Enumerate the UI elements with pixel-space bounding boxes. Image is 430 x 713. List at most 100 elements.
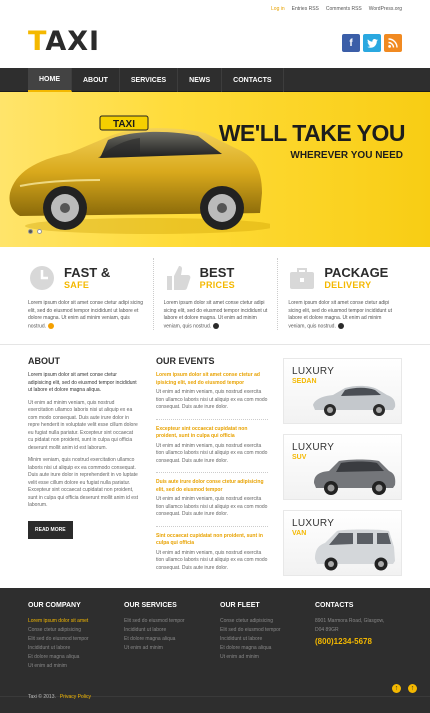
feature-fast-safe: FAST & SAFE Lorem ipsum dolor sit amet c… bbox=[28, 258, 153, 330]
arrow-right-icon[interactable] bbox=[337, 322, 344, 329]
footer-link[interactable]: Ut enim ad minim bbox=[220, 653, 312, 662]
about-paragraph: Lorem ipsum dolor sit amet conse ctetur … bbox=[28, 372, 137, 393]
about-paragraph: Minim veniam, quis nostrud exercitation … bbox=[28, 457, 138, 508]
contact-address: D04 89GR bbox=[315, 627, 339, 633]
fleet-section: LUXURY SEDAN LUXURY SUV LUXURY VAN bbox=[283, 358, 402, 586]
footer-link[interactable]: Et dolore magna aliqua bbox=[220, 644, 312, 653]
footer-company: OUR COMPANY Lorem ipsum dolor sit amet C… bbox=[28, 602, 120, 671]
entries-rss-link[interactable]: Entries RSS bbox=[292, 6, 319, 12]
slide-dot-1[interactable] bbox=[28, 229, 33, 234]
footer-link[interactable]: Et dolore magna aliqua bbox=[124, 635, 216, 644]
feature-title: BEST bbox=[199, 265, 235, 280]
nav-services[interactable]: SERVICES bbox=[120, 68, 179, 92]
logo[interactable]: TAXI bbox=[28, 26, 100, 57]
privacy-policy-link[interactable]: Privacy Policy bbox=[60, 694, 91, 700]
rss-icon[interactable] bbox=[384, 34, 402, 52]
wordpress-link[interactable]: WordPress.org bbox=[369, 6, 402, 12]
van-car-image bbox=[315, 529, 395, 571]
slide-dot-2[interactable] bbox=[37, 229, 42, 234]
scroll-top-icon[interactable]: ↑ bbox=[408, 684, 417, 693]
footer-link[interactable]: Conse ctetur adipisicing bbox=[28, 626, 120, 635]
fleet-item-sedan[interactable]: LUXURY SEDAN bbox=[283, 358, 402, 424]
contact-phone: (800)1234-5678 bbox=[315, 637, 372, 646]
about-heading: ABOUT bbox=[28, 356, 60, 366]
logo-letter-t: T bbox=[28, 26, 46, 57]
taxi-sign-text: TAXI bbox=[113, 119, 135, 130]
footer-heading: OUR COMPANY bbox=[28, 602, 81, 609]
suv-car-image bbox=[314, 459, 396, 495]
thumbs-up-icon bbox=[166, 266, 191, 290]
footer-heading: CONTACTS bbox=[315, 602, 354, 609]
feature-best-prices: BEST PRICES Lorem ipsum dolor sit amet c… bbox=[152, 258, 278, 331]
feature-package-delivery: PACKAGE DELIVERY Lorem ipsum dolor sit a… bbox=[277, 258, 402, 331]
event-title[interactable]: Lorem ipsum dolor sit amet conse ctetur … bbox=[156, 372, 268, 387]
features-row: FAST & SAFE Lorem ipsum dolor sit amet c… bbox=[28, 258, 402, 331]
footer-link[interactable]: Elit sed do eiusmod tempor bbox=[124, 617, 216, 626]
feature-subtitle: SAFE bbox=[64, 280, 90, 290]
hero-subtitle: WHEREVER YOU NEED bbox=[290, 150, 403, 161]
event-text: Ut enim ad minim veniam, quis nostrud ex… bbox=[156, 443, 268, 473]
nav-contacts[interactable]: CONTACTS bbox=[222, 68, 284, 92]
login-link[interactable]: Log in bbox=[271, 6, 285, 12]
footer-link[interactable]: Ut enim ad minim bbox=[124, 644, 216, 653]
feature-text: Lorem ipsum dolor sit amet conse ctetur … bbox=[28, 300, 144, 329]
feature-text: Lorem ipsum dolor sit amet conse ctetur … bbox=[163, 300, 268, 329]
logo-rest: AXI bbox=[45, 26, 101, 57]
about-paragraph: Ut enim ad minim veniam, quis nostrud ex… bbox=[28, 399, 138, 451]
hero-title: WE'LL TAKE YOU bbox=[218, 120, 406, 146]
footer-link[interactable]: Conse ctetur adipisicing bbox=[220, 617, 312, 626]
nav-home[interactable]: HOME bbox=[28, 68, 72, 92]
footer: OUR COMPANY Lorem ipsum dolor sit amet C… bbox=[0, 588, 430, 713]
social-links: f bbox=[342, 34, 402, 52]
nav-news[interactable]: NEWS bbox=[178, 68, 223, 92]
footer-services: OUR SERVICES Elit sed do eiusmod tempor … bbox=[124, 602, 216, 653]
footer-fleet: OUR FLEET Conse ctetur adipisicing Elit … bbox=[220, 602, 312, 662]
contact-address: 8901 Marmora Road, Glasgow, bbox=[315, 618, 385, 624]
feature-text: Lorem ipsum dolor sit amet conse ctetur … bbox=[288, 300, 392, 329]
scroll-top-icon[interactable]: ↑ bbox=[392, 684, 401, 693]
event-text: Ut enim ad minim veniam, quis nostrud ex… bbox=[156, 496, 268, 527]
about-section: ABOUT Lorem ipsum dolor sit amet conse c… bbox=[28, 356, 138, 539]
read-more-button[interactable]: READ MORE bbox=[28, 520, 73, 539]
footer-link[interactable]: Et dolore magna aliqua bbox=[28, 653, 120, 662]
footer-link[interactable]: Elit sed do eiusmod tempor bbox=[28, 635, 120, 644]
twitter-icon[interactable] bbox=[363, 34, 381, 52]
fleet-label: LUXURY bbox=[292, 442, 335, 453]
top-links: Log in Entries RSS Comments RSS WordPres… bbox=[271, 6, 402, 12]
sedan-car-image bbox=[313, 385, 396, 416]
hero-slider[interactable]: TAXI WE'LL TAKE YOU WHEREVER YOU NEED bbox=[0, 92, 430, 247]
footer-icons: ↑ ↑ bbox=[392, 684, 417, 693]
facebook-icon[interactable]: f bbox=[342, 34, 360, 52]
feature-title: FAST & bbox=[64, 265, 111, 280]
event-title[interactable]: Duis aute irure dolor conse ctetur adipi… bbox=[156, 479, 268, 494]
comments-rss-link[interactable]: Comments RSS bbox=[326, 6, 362, 12]
event-text: Ut enim ad minim veniam, quis nostrud ex… bbox=[156, 549, 268, 571]
footer-heading: OUR SERVICES bbox=[124, 602, 177, 609]
footer-link[interactable]: Incididunt ut labore bbox=[220, 635, 312, 644]
arrow-right-icon[interactable] bbox=[213, 322, 220, 329]
clock-icon bbox=[30, 266, 54, 290]
fleet-item-suv[interactable]: LUXURY SUV bbox=[283, 434, 402, 500]
footer-heading: OUR FLEET bbox=[220, 602, 260, 609]
briefcase-icon bbox=[290, 268, 315, 289]
footer-link[interactable]: Elit sed do eiusmod tempor bbox=[220, 626, 312, 635]
event-title[interactable]: Sint occaecat cupidatat non proident, su… bbox=[156, 533, 268, 548]
fleet-label: LUXURY bbox=[292, 366, 335, 377]
footer-link[interactable]: Lorem ipsum dolor sit amet bbox=[28, 617, 120, 626]
arrow-right-icon[interactable] bbox=[48, 322, 55, 329]
feature-subtitle: DELIVERY bbox=[324, 280, 372, 290]
events-section: OUR EVENTS Lorem ipsum dolor sit amet co… bbox=[156, 356, 268, 585]
feature-subtitle: PRICES bbox=[199, 280, 235, 290]
fleet-type: SUV bbox=[292, 454, 307, 461]
nav-about[interactable]: ABOUT bbox=[72, 68, 120, 92]
fleet-item-van[interactable]: LUXURY VAN bbox=[283, 510, 402, 576]
main-nav: HOME ABOUT SERVICES NEWS CONTACTS bbox=[0, 68, 430, 92]
footer-link[interactable]: Incididunt ut labore bbox=[124, 626, 216, 635]
event-text: Ut enim ad minim veniam, quis nostrud ex… bbox=[156, 389, 268, 420]
footer-contacts: CONTACTS 8901 Marmora Road, Glasgow, D04… bbox=[315, 602, 407, 646]
section-divider bbox=[0, 344, 430, 345]
event-title[interactable]: Excepteur sint occaecat cupidatat non pr… bbox=[156, 426, 268, 441]
fleet-type: VAN bbox=[292, 530, 307, 537]
footer-link[interactable]: Ut enim ad minim bbox=[28, 662, 120, 671]
footer-link[interactable]: Incididunt ut labore bbox=[28, 644, 120, 653]
